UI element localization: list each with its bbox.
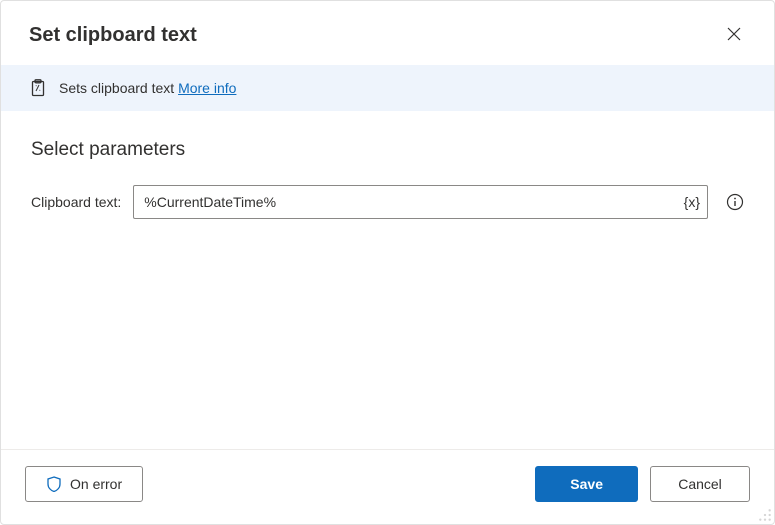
save-button[interactable]: Save — [535, 466, 638, 502]
cancel-button[interactable]: Cancel — [650, 466, 750, 502]
close-button[interactable] — [718, 19, 750, 51]
on-error-button[interactable]: On error — [25, 466, 143, 502]
info-icon[interactable] — [726, 193, 744, 211]
banner-description: Sets clipboard text — [59, 80, 174, 96]
field-label: Clipboard text: — [31, 194, 121, 210]
variable-picker-icon[interactable]: {x} — [684, 194, 700, 210]
more-info-link[interactable]: More info — [178, 80, 236, 96]
resize-grip-icon[interactable] — [758, 508, 772, 522]
dialog-container: Set clipboard text Sets clipboard text M… — [0, 0, 775, 525]
footer-actions: Save Cancel — [535, 466, 750, 502]
on-error-label: On error — [70, 476, 122, 492]
dialog-header: Set clipboard text — [1, 1, 774, 65]
content-area: Select parameters Clipboard text: {x} — [1, 111, 774, 449]
dialog-footer: On error Save Cancel — [1, 449, 774, 524]
clipboard-text-input[interactable] — [133, 185, 708, 219]
section-title: Select parameters — [31, 139, 744, 161]
shield-icon — [46, 476, 62, 492]
field-row: Clipboard text: {x} — [31, 185, 744, 219]
close-icon — [727, 27, 741, 44]
info-banner: Sets clipboard text More info — [1, 65, 774, 111]
banner-text: Sets clipboard text More info — [59, 80, 236, 96]
dialog-title: Set clipboard text — [29, 24, 197, 47]
input-wrapper: {x} — [133, 185, 708, 219]
clipboard-icon — [29, 79, 47, 97]
